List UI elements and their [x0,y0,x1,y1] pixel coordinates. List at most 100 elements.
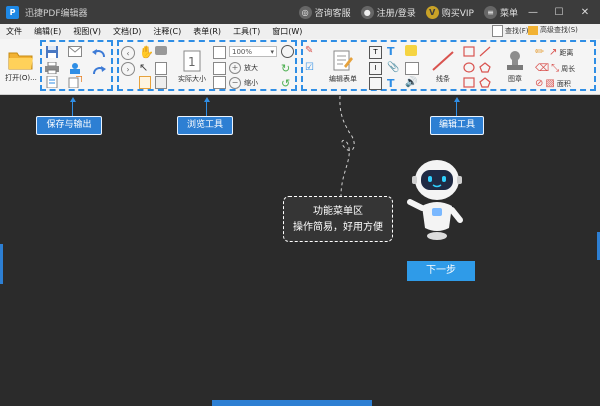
advanced-find-button[interactable]: 高级查找(S) [528,25,578,35]
fit-page-icon[interactable] [213,76,226,89]
stamp-person-icon[interactable] [68,62,82,74]
login-button[interactable]: ● 注册/登录 [360,5,416,19]
zoom-select[interactable]: 100% ▾ [229,46,277,57]
fit-width-icon[interactable] [213,62,226,75]
magnifier-icon[interactable] [281,45,294,58]
email-icon[interactable] [68,46,82,57]
browse-tools-callout: 浏览工具 [177,116,233,135]
rectangle-tool-icon[interactable] [463,46,475,57]
chat-icon: ◎ [298,5,312,19]
ellipse-tool-icon[interactable] [463,62,475,73]
next-step-button[interactable]: 下一步 [407,261,475,281]
refresh-icon[interactable]: ↻ [281,62,290,75]
select-text-icon[interactable] [155,62,167,75]
save-output-group [40,40,113,91]
actual-size-label: 实际大小 [178,75,206,83]
menu-tools[interactable]: 工具(T) [227,26,266,37]
browse-connector [206,101,207,116]
checkbox-tool-icon[interactable]: ☑ [305,62,314,73]
zoom-out-button[interactable]: − 缩小 [229,77,258,89]
edit-tools-callout: 编辑工具 [430,116,484,135]
arrow-tool-icon[interactable] [479,46,491,57]
polygon-tool-icon[interactable] [463,77,475,88]
zoom-in-button[interactable]: + 放大 [229,62,258,74]
hand-icon[interactable]: ✋ [139,45,154,59]
browse-group: ‹ › ✋ ↖ 1 实际大小 100% ▾ + 放大 − 缩小 ↻ ↺ [117,40,297,91]
maximize-button[interactable]: ☐ [548,3,570,21]
bottom-strip [212,400,372,406]
edit-form-label: 编辑表单 [329,75,357,83]
typewriter-icon[interactable]: T [387,45,395,58]
stamp-button[interactable]: 图章 [497,45,533,89]
perimeter-icon: ⤡ [551,63,560,74]
menu-button[interactable]: ≡ 菜单 [483,5,518,19]
edit-form-icon [333,50,353,71]
eraser-icon: ⌫ [535,63,550,74]
edit-connector [456,101,457,116]
line-tool-icon [432,51,454,71]
perimeter-label: 周长 [561,64,576,73]
snapshot-icon[interactable] [155,46,167,55]
lines-button[interactable]: 线条 [425,45,461,89]
save-icon[interactable] [45,45,59,59]
pentagon-tool-icon[interactable] [479,62,491,73]
zoom-in-icon: + [229,62,241,74]
menu-document[interactable]: 文档(D) [107,26,147,37]
select-cursor-icon[interactable]: ↖ [139,61,148,74]
left-edge-strip [0,244,3,284]
vip-icon: V [425,5,439,19]
paperclip-icon[interactable]: 📎 [387,62,399,73]
cloud-tool-icon[interactable] [479,77,491,88]
redo-icon[interactable] [92,64,106,76]
mini-doc-icon[interactable] [139,76,151,89]
lines-label: 线条 [436,75,450,83]
menu-form[interactable]: 表单(R) [187,26,227,37]
reset-icon[interactable]: ↺ [281,77,290,90]
rotate-icon[interactable] [213,46,226,59]
menu-edit[interactable]: 编辑(E) [28,26,67,37]
menu-comment[interactable]: 注释(C) [147,26,187,37]
area-icon: ▧ [545,78,555,89]
menu-file[interactable]: 文件 [0,26,28,37]
find-button[interactable]: 查找(F) [492,25,529,37]
next-page-icon[interactable]: › [121,62,135,76]
titlebar-actions: ◎ 咨询客服 ● 注册/登录 V 购买VIP ≡ 菜单 — ☐ ✕ [298,3,600,21]
buy-vip-button[interactable]: V 购买VIP [425,5,474,19]
menu-label: 菜单 [499,8,518,19]
perimeter-button[interactable]: ⌫ ⤡ 周长 [535,63,575,74]
minimize-button[interactable]: — [522,3,544,21]
attachment-icon[interactable] [405,62,419,75]
close-button[interactable]: ✕ [574,3,596,21]
document-icon[interactable] [45,76,59,88]
zoom-value: 100% [232,48,253,56]
area-button[interactable]: ⊘ ▧ 面积 [535,78,571,89]
sticky-note-icon[interactable] [405,45,417,56]
menu-window[interactable]: 窗口(W) [266,26,308,37]
no-icon: ⊘ [535,78,544,89]
undo-icon[interactable] [92,47,106,59]
dropdown-field-icon[interactable] [369,77,382,90]
edit-group: ✎ ☑ 编辑表单 T I T 📎 T 🔊 线条 图章 ✏ ↗ 距离 ⌫ ⤡ 周长… [301,40,596,91]
page-display-icon[interactable] [155,76,167,89]
actual-size-button[interactable]: 1 实际大小 [175,45,209,89]
user-icon: ● [360,5,374,19]
text-field-tool-icon[interactable]: I [369,62,382,75]
advanced-find-icon [528,25,538,35]
maximize-icon: ☐ [554,6,564,18]
print-icon[interactable] [45,62,59,74]
text-box-icon[interactable]: T [369,46,382,59]
menu-view[interactable]: 视图(V) [67,26,107,37]
edit-form-button[interactable]: 编辑表单 [321,45,365,89]
text-tool-icon[interactable]: T [387,77,395,90]
prev-page-icon[interactable]: ‹ [121,46,135,60]
advanced-find-label: 高级查找(S) [540,26,578,34]
open-button[interactable]: 打开(O)... [4,43,38,89]
distance-button[interactable]: ↗ 距离 [535,47,573,58]
export-icon[interactable] [68,76,82,88]
sound-icon[interactable]: 🔊 [405,77,417,88]
consult-button[interactable]: ◎ 咨询客服 [298,5,351,19]
find-label: 查找(F) [505,27,529,35]
text-field-icon[interactable]: ✎ [305,45,313,56]
ruler-icon: ↗ [549,47,558,58]
vip-label: 购买VIP [441,8,474,19]
